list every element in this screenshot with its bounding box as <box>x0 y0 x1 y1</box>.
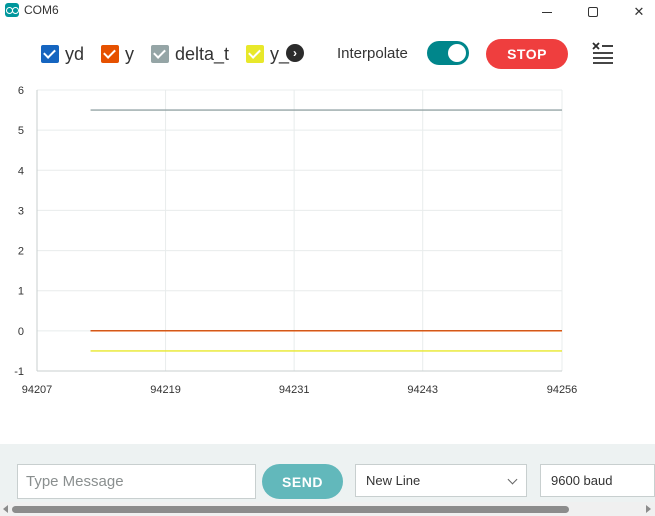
legend-item-y[interactable]: y <box>101 43 134 65</box>
horizontal-scrollbar[interactable] <box>0 502 655 516</box>
legend-label: delta_t <box>175 43 230 64</box>
x-tick-label: 94256 <box>547 384 578 396</box>
legend-item-yd[interactable]: yd <box>41 43 84 65</box>
chevron-down-icon <box>507 474 518 485</box>
serial-plotter-window: COM6 ✕ yd y delta_t y_ › Interpolate STO… <box>0 0 655 516</box>
maximize-icon <box>588 7 598 17</box>
legend-item-y-underscore[interactable]: y_ <box>246 43 289 65</box>
y-tick-label: 5 <box>18 125 24 137</box>
x-tick-label: 94207 <box>22 384 53 396</box>
title-bar: COM6 ✕ <box>0 0 655 24</box>
baud-rate-select[interactable]: 9600 baud <box>540 464 655 497</box>
line-ending-value: New Line <box>366 473 421 488</box>
toggle-knob <box>448 44 466 62</box>
legend-item-delta-t[interactable]: delta_t <box>151 43 229 65</box>
stop-button[interactable]: STOP <box>486 39 568 69</box>
close-button[interactable]: ✕ <box>616 0 655 24</box>
message-input[interactable] <box>17 464 256 499</box>
interpolate-label: Interpolate <box>337 45 408 62</box>
line-ending-select[interactable]: New Line <box>355 464 527 497</box>
x-tick-label: 94231 <box>279 384 310 396</box>
legend-label: y <box>125 43 134 64</box>
maximize-button[interactable] <box>570 0 616 24</box>
scrollbar-thumb[interactable] <box>12 506 569 513</box>
x-tick-label: 94243 <box>407 384 438 396</box>
y-tick-label: 3 <box>18 205 24 217</box>
legend-label: yd <box>65 43 85 64</box>
send-button[interactable]: SEND <box>262 464 343 499</box>
y-tick-label: 4 <box>18 165 24 177</box>
interpolate-toggle[interactable] <box>427 41 469 65</box>
serial-plot-chart: 6 5 4 3 2 1 0 -1 94207 94219 94231 94243 94256 <box>14 85 578 396</box>
plotter-toolbar: yd y delta_t y_ › Interpolate STOP <box>0 24 655 84</box>
y-tick-label: 6 <box>18 85 24 97</box>
y-tick-label: 2 <box>18 246 24 258</box>
chevron-right-icon[interactable]: › <box>286 44 304 62</box>
x-tick-label: 94219 <box>150 384 181 396</box>
minimize-icon <box>542 11 552 13</box>
baud-rate-value: 9600 baud <box>551 473 613 488</box>
y-tick-label: -1 <box>14 366 24 378</box>
checkbox-icon[interactable] <box>246 45 264 63</box>
checkbox-icon[interactable] <box>151 45 169 63</box>
clear-list-icon[interactable] <box>591 41 615 65</box>
scroll-right-icon[interactable] <box>646 505 651 513</box>
checkbox-icon[interactable] <box>101 45 119 63</box>
checkbox-icon[interactable] <box>41 45 59 63</box>
minimize-button[interactable] <box>524 0 570 24</box>
close-icon: ✕ <box>633 4 645 19</box>
scroll-left-icon[interactable] <box>3 505 8 513</box>
y-tick-label: 0 <box>18 326 24 338</box>
window-title: COM6 <box>24 3 59 17</box>
arduino-icon <box>5 3 19 17</box>
y-tick-label: 1 <box>18 286 24 298</box>
